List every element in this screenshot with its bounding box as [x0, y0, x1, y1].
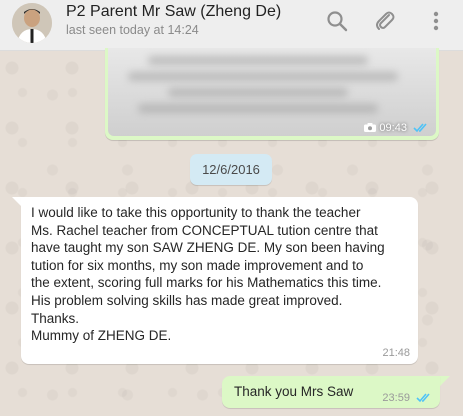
camera-icon	[364, 123, 377, 132]
menu-icon[interactable]	[423, 8, 449, 34]
outgoing-bubble-tail	[440, 376, 450, 386]
search-icon[interactable]	[324, 8, 350, 34]
date-divider: 12/6/2016	[190, 154, 272, 185]
outgoing-message[interactable]: Thank you Mrs Saw 23:59	[222, 376, 440, 408]
outgoing-message-time: 23:59	[382, 392, 410, 404]
read-ticks-icon	[413, 123, 427, 133]
avatar[interactable]	[12, 3, 52, 43]
image-message-time: 09:43	[379, 122, 407, 134]
image-message[interactable]: 09:43	[105, 48, 439, 140]
attach-icon[interactable]	[372, 8, 398, 34]
incoming-message[interactable]: I would like to take this opportunity to…	[21, 197, 418, 364]
incoming-message-time: 21:48	[382, 347, 410, 359]
image-message-meta: 09:43	[364, 122, 429, 134]
incoming-message-text: I would like to take this opportunity to…	[31, 205, 385, 344]
last-seen-status: last seen today at 14:24	[66, 23, 199, 37]
chat-header: P2 Parent Mr Saw (Zheng De) last seen to…	[0, 0, 463, 51]
avatar-image	[12, 3, 52, 43]
contact-name[interactable]: P2 Parent Mr Saw (Zheng De)	[66, 3, 281, 21]
outgoing-message-meta: 23:59	[382, 392, 432, 404]
outgoing-message-text: Thank you Mrs Saw	[234, 384, 354, 399]
read-ticks-icon	[416, 393, 430, 403]
